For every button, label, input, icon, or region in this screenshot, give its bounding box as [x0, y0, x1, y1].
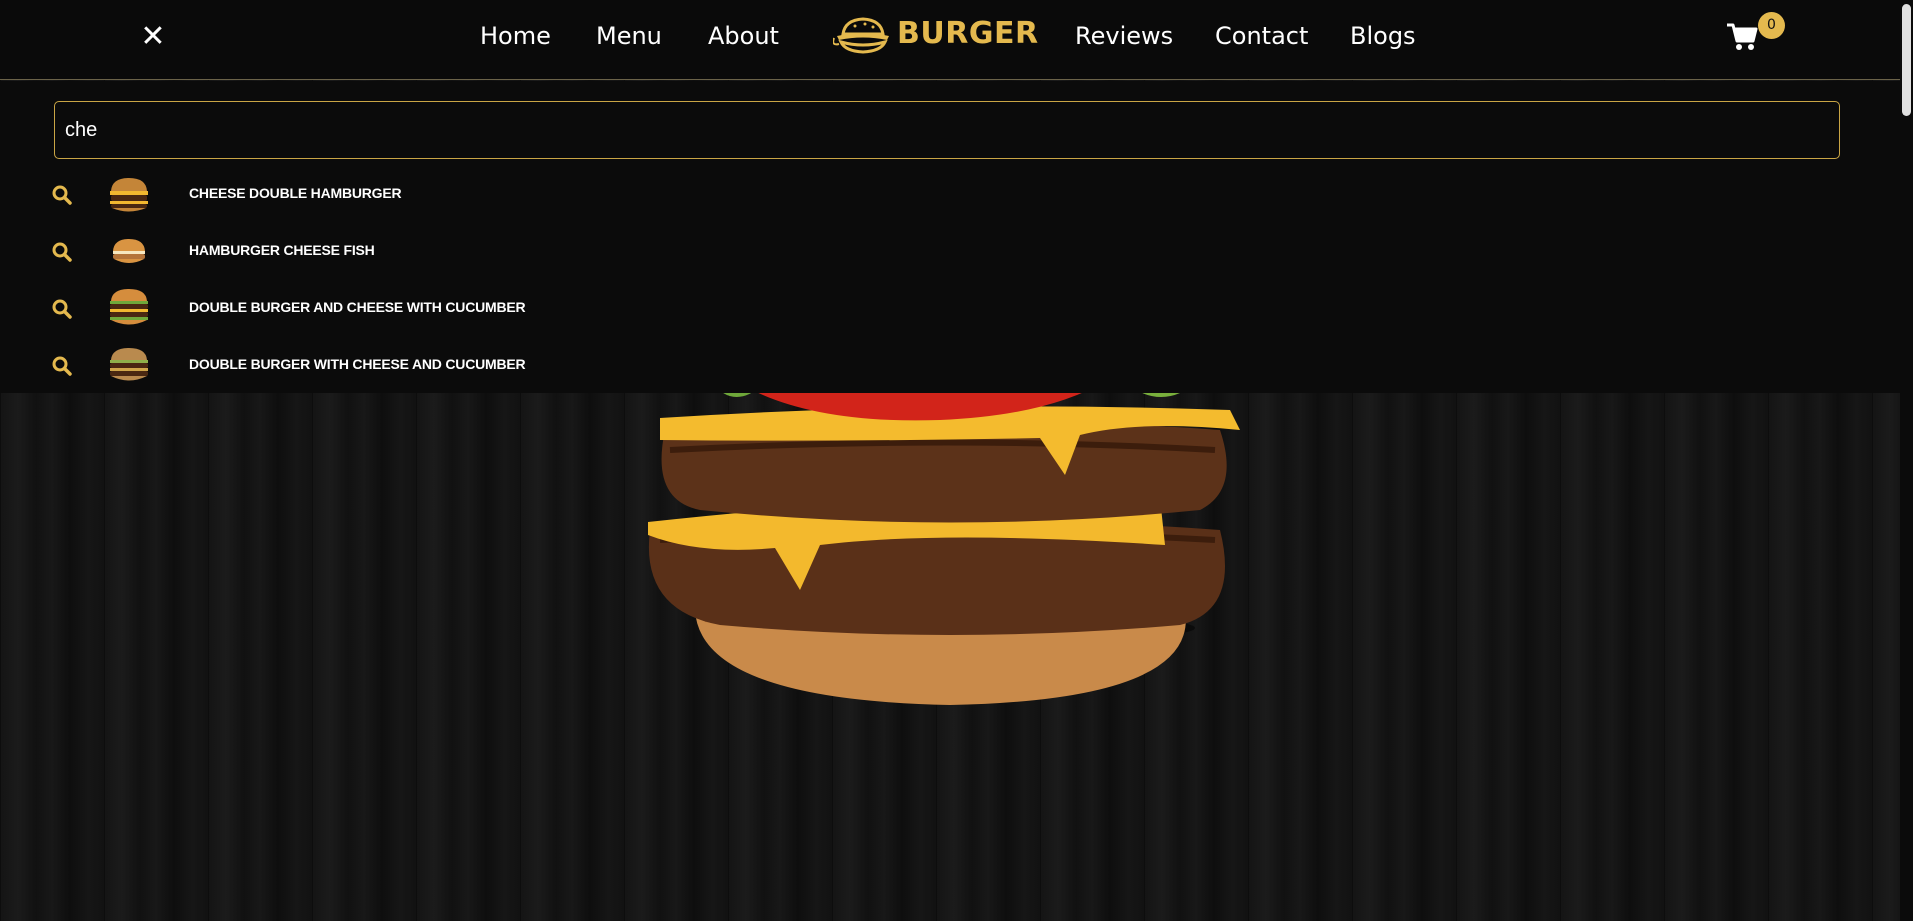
close-search-button[interactable]: ✕ [140, 22, 166, 52]
search-result-item[interactable]: CHEESE DOUBLE HAMBURGER [0, 165, 1913, 222]
search-icon [52, 356, 72, 376]
search-panel: CHEESE DOUBLE HAMBURGER HAMBURGER CHEESE… [0, 81, 1913, 393]
burger-hero-image [640, 360, 1250, 705]
result-thumbnail [110, 348, 148, 381]
search-result-label: DOUBLE BURGER AND CHEESE WITH CUCUMBER [189, 299, 526, 315]
logo-text: BURGER [897, 16, 1039, 51]
search-result-item[interactable]: DOUBLE BURGER WITH CHEESE AND CUCUMBER [0, 336, 1913, 393]
search-result-item[interactable]: HAMBURGER CHEESE FISH [0, 222, 1913, 279]
site-header: ✕ Home Menu About BURGER Reviews Contact… [0, 0, 1913, 80]
nav-link-home[interactable]: Home [480, 22, 551, 50]
search-icon [52, 299, 72, 319]
page-scrollbar[interactable] [1900, 0, 1913, 921]
scrollbar-thumb[interactable] [1902, 4, 1911, 116]
nav-link-about[interactable]: About [708, 22, 779, 50]
result-thumbnail [113, 239, 145, 263]
search-result-item[interactable]: DOUBLE BURGER AND CHEESE WITH CUCUMBER [0, 279, 1913, 336]
nav-link-menu[interactable]: Menu [596, 22, 662, 50]
nav-link-blogs[interactable]: Blogs [1350, 22, 1416, 50]
nav-link-contact[interactable]: Contact [1215, 22, 1308, 50]
result-thumbnail [110, 178, 148, 212]
search-result-label: HAMBURGER CHEESE FISH [189, 242, 375, 258]
search-result-label: CHEESE DOUBLE HAMBURGER [189, 185, 402, 201]
nav-link-reviews[interactable]: Reviews [1075, 22, 1173, 50]
cart-icon[interactable] [1726, 22, 1758, 52]
result-thumbnail [110, 289, 148, 325]
burger-logo-icon [833, 17, 889, 54]
search-icon [52, 185, 72, 205]
search-icon [52, 242, 72, 262]
cart-count-badge: 0 [1758, 12, 1785, 39]
site-logo[interactable]: BURGER [833, 14, 1038, 56]
search-result-label: DOUBLE BURGER WITH CHEESE AND CUCUMBER [189, 356, 526, 372]
search-input[interactable] [54, 101, 1840, 159]
